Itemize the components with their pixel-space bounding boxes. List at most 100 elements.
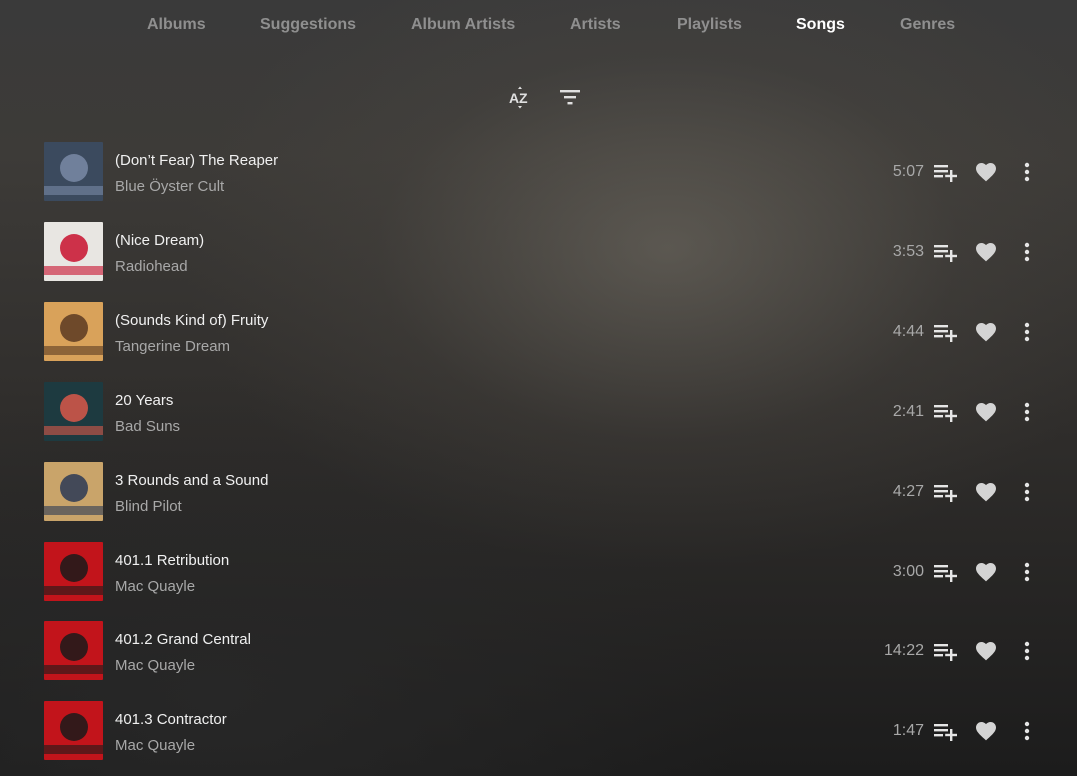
- album-art-shape: [60, 474, 88, 502]
- song-row[interactable]: 3 Rounds and a Sound Blind Pilot 4:27: [0, 452, 1077, 532]
- playlist-add-icon: [934, 724, 957, 741]
- playlist-add-icon: [934, 565, 957, 582]
- album-cover[interactable]: [44, 621, 103, 680]
- song-artist[interactable]: Tangerine Dream: [115, 338, 230, 356]
- album-art-shape: [60, 633, 88, 661]
- favorite-button[interactable]: [973, 319, 999, 345]
- tab-songs[interactable]: Songs: [796, 15, 845, 35]
- more-options-button[interactable]: [1014, 718, 1040, 744]
- album-art-band: [44, 745, 103, 754]
- album-cover[interactable]: [44, 302, 103, 361]
- more-options-button[interactable]: [1014, 239, 1040, 265]
- song-artist[interactable]: Blue Öyster Cult: [115, 178, 224, 196]
- song-row[interactable]: (Sounds Kind of) Fruity Tangerine Dream …: [0, 292, 1077, 372]
- album-art: [44, 621, 103, 680]
- more-options-button[interactable]: [1014, 399, 1040, 425]
- heart-icon: [976, 323, 996, 342]
- song-artist[interactable]: Blind Pilot: [115, 498, 182, 516]
- tab-playlists[interactable]: Playlists: [677, 15, 742, 35]
- song-title: 20 Years: [115, 392, 174, 409]
- album-cover[interactable]: [44, 222, 103, 281]
- heart-icon: [976, 722, 996, 741]
- song-title: (Nice Dream): [115, 232, 205, 249]
- playlist-add-icon: [934, 644, 957, 661]
- album-art: [44, 222, 103, 281]
- song-row[interactable]: 401.3 Contractor Mac Quayle 1:47: [0, 691, 1077, 771]
- heart-icon: [976, 403, 996, 422]
- heart-icon: [976, 483, 996, 502]
- filter-icon: [560, 90, 580, 105]
- filter-button[interactable]: [557, 84, 583, 110]
- add-to-playlist-button[interactable]: [932, 239, 958, 265]
- tab-albums[interactable]: Albums: [147, 15, 206, 35]
- favorite-button[interactable]: [973, 399, 999, 425]
- song-row[interactable]: 20 Years Bad Suns 2:41: [0, 372, 1077, 452]
- playlist-add-icon: [934, 325, 957, 342]
- more-vertical-icon: [1024, 721, 1030, 741]
- album-art-shape: [60, 234, 88, 262]
- song-duration: 14:22: [883, 642, 924, 659]
- tab-artists[interactable]: Artists: [570, 15, 621, 35]
- heart-icon: [976, 642, 996, 661]
- playlist-add-icon: [934, 245, 957, 262]
- song-title: 401.3 Contractor: [115, 711, 227, 728]
- album-art: [44, 382, 103, 441]
- album-art-shape: [60, 554, 88, 582]
- song-artist[interactable]: Mac Quayle: [115, 737, 195, 755]
- album-cover[interactable]: [44, 542, 103, 601]
- add-to-playlist-button[interactable]: [932, 159, 958, 185]
- album-cover[interactable]: [44, 142, 103, 201]
- add-to-playlist-button[interactable]: [932, 718, 958, 744]
- song-title: (Don’t Fear) The Reaper: [115, 152, 279, 169]
- tab-genres[interactable]: Genres: [900, 15, 955, 35]
- song-row[interactable]: 401.1 Retribution Mac Quayle 3:00: [0, 532, 1077, 612]
- favorite-button[interactable]: [973, 239, 999, 265]
- song-artist[interactable]: Mac Quayle: [115, 578, 195, 596]
- album-cover[interactable]: [44, 382, 103, 441]
- tab-suggestions[interactable]: Suggestions: [260, 15, 356, 35]
- album-art-band: [44, 506, 103, 515]
- more-options-button[interactable]: [1014, 319, 1040, 345]
- favorite-button[interactable]: [973, 479, 999, 505]
- add-to-playlist-button[interactable]: [932, 399, 958, 425]
- album-art-band: [44, 266, 103, 275]
- song-artist[interactable]: Mac Quayle: [115, 657, 195, 675]
- more-options-button[interactable]: [1014, 479, 1040, 505]
- album-art: [44, 142, 103, 201]
- album-art: [44, 462, 103, 521]
- add-to-playlist-button[interactable]: [932, 559, 958, 585]
- sort-button[interactable]: A Z: [507, 84, 533, 110]
- more-vertical-icon: [1024, 402, 1030, 422]
- album-cover[interactable]: [44, 701, 103, 760]
- add-to-playlist-button[interactable]: [932, 638, 958, 664]
- tab-album-artists[interactable]: Album Artists: [411, 15, 515, 35]
- song-title: 401.2 Grand Central: [115, 631, 251, 648]
- heart-icon: [976, 563, 996, 582]
- add-to-playlist-button[interactable]: [932, 479, 958, 505]
- song-row[interactable]: (Don’t Fear) The Reaper Blue Öyster Cult…: [0, 132, 1077, 212]
- add-to-playlist-button[interactable]: [932, 319, 958, 345]
- album-cover[interactable]: [44, 462, 103, 521]
- album-art-band: [44, 586, 103, 595]
- more-options-button[interactable]: [1014, 638, 1040, 664]
- more-options-button[interactable]: [1014, 159, 1040, 185]
- more-vertical-icon: [1024, 242, 1030, 262]
- favorite-button[interactable]: [973, 718, 999, 744]
- more-options-button[interactable]: [1014, 559, 1040, 585]
- song-artist[interactable]: Radiohead: [115, 258, 188, 276]
- favorite-button[interactable]: [973, 559, 999, 585]
- album-art-band: [44, 426, 103, 435]
- song-duration: 2:41: [892, 403, 924, 420]
- song-artist[interactable]: Bad Suns: [115, 418, 180, 436]
- song-title: 401.1 Retribution: [115, 552, 230, 569]
- favorite-button[interactable]: [973, 159, 999, 185]
- song-title: (Sounds Kind of) Fruity: [115, 312, 269, 329]
- song-row[interactable]: (Nice Dream) Radiohead 3:53: [0, 212, 1077, 292]
- album-art-shape: [60, 394, 88, 422]
- song-row[interactable]: 401.2 Grand Central Mac Quayle 14:22: [0, 611, 1077, 691]
- more-vertical-icon: [1024, 322, 1030, 342]
- playlist-add-icon: [934, 405, 957, 422]
- favorite-button[interactable]: [973, 638, 999, 664]
- song-duration: 3:53: [892, 243, 924, 260]
- album-art: [44, 701, 103, 760]
